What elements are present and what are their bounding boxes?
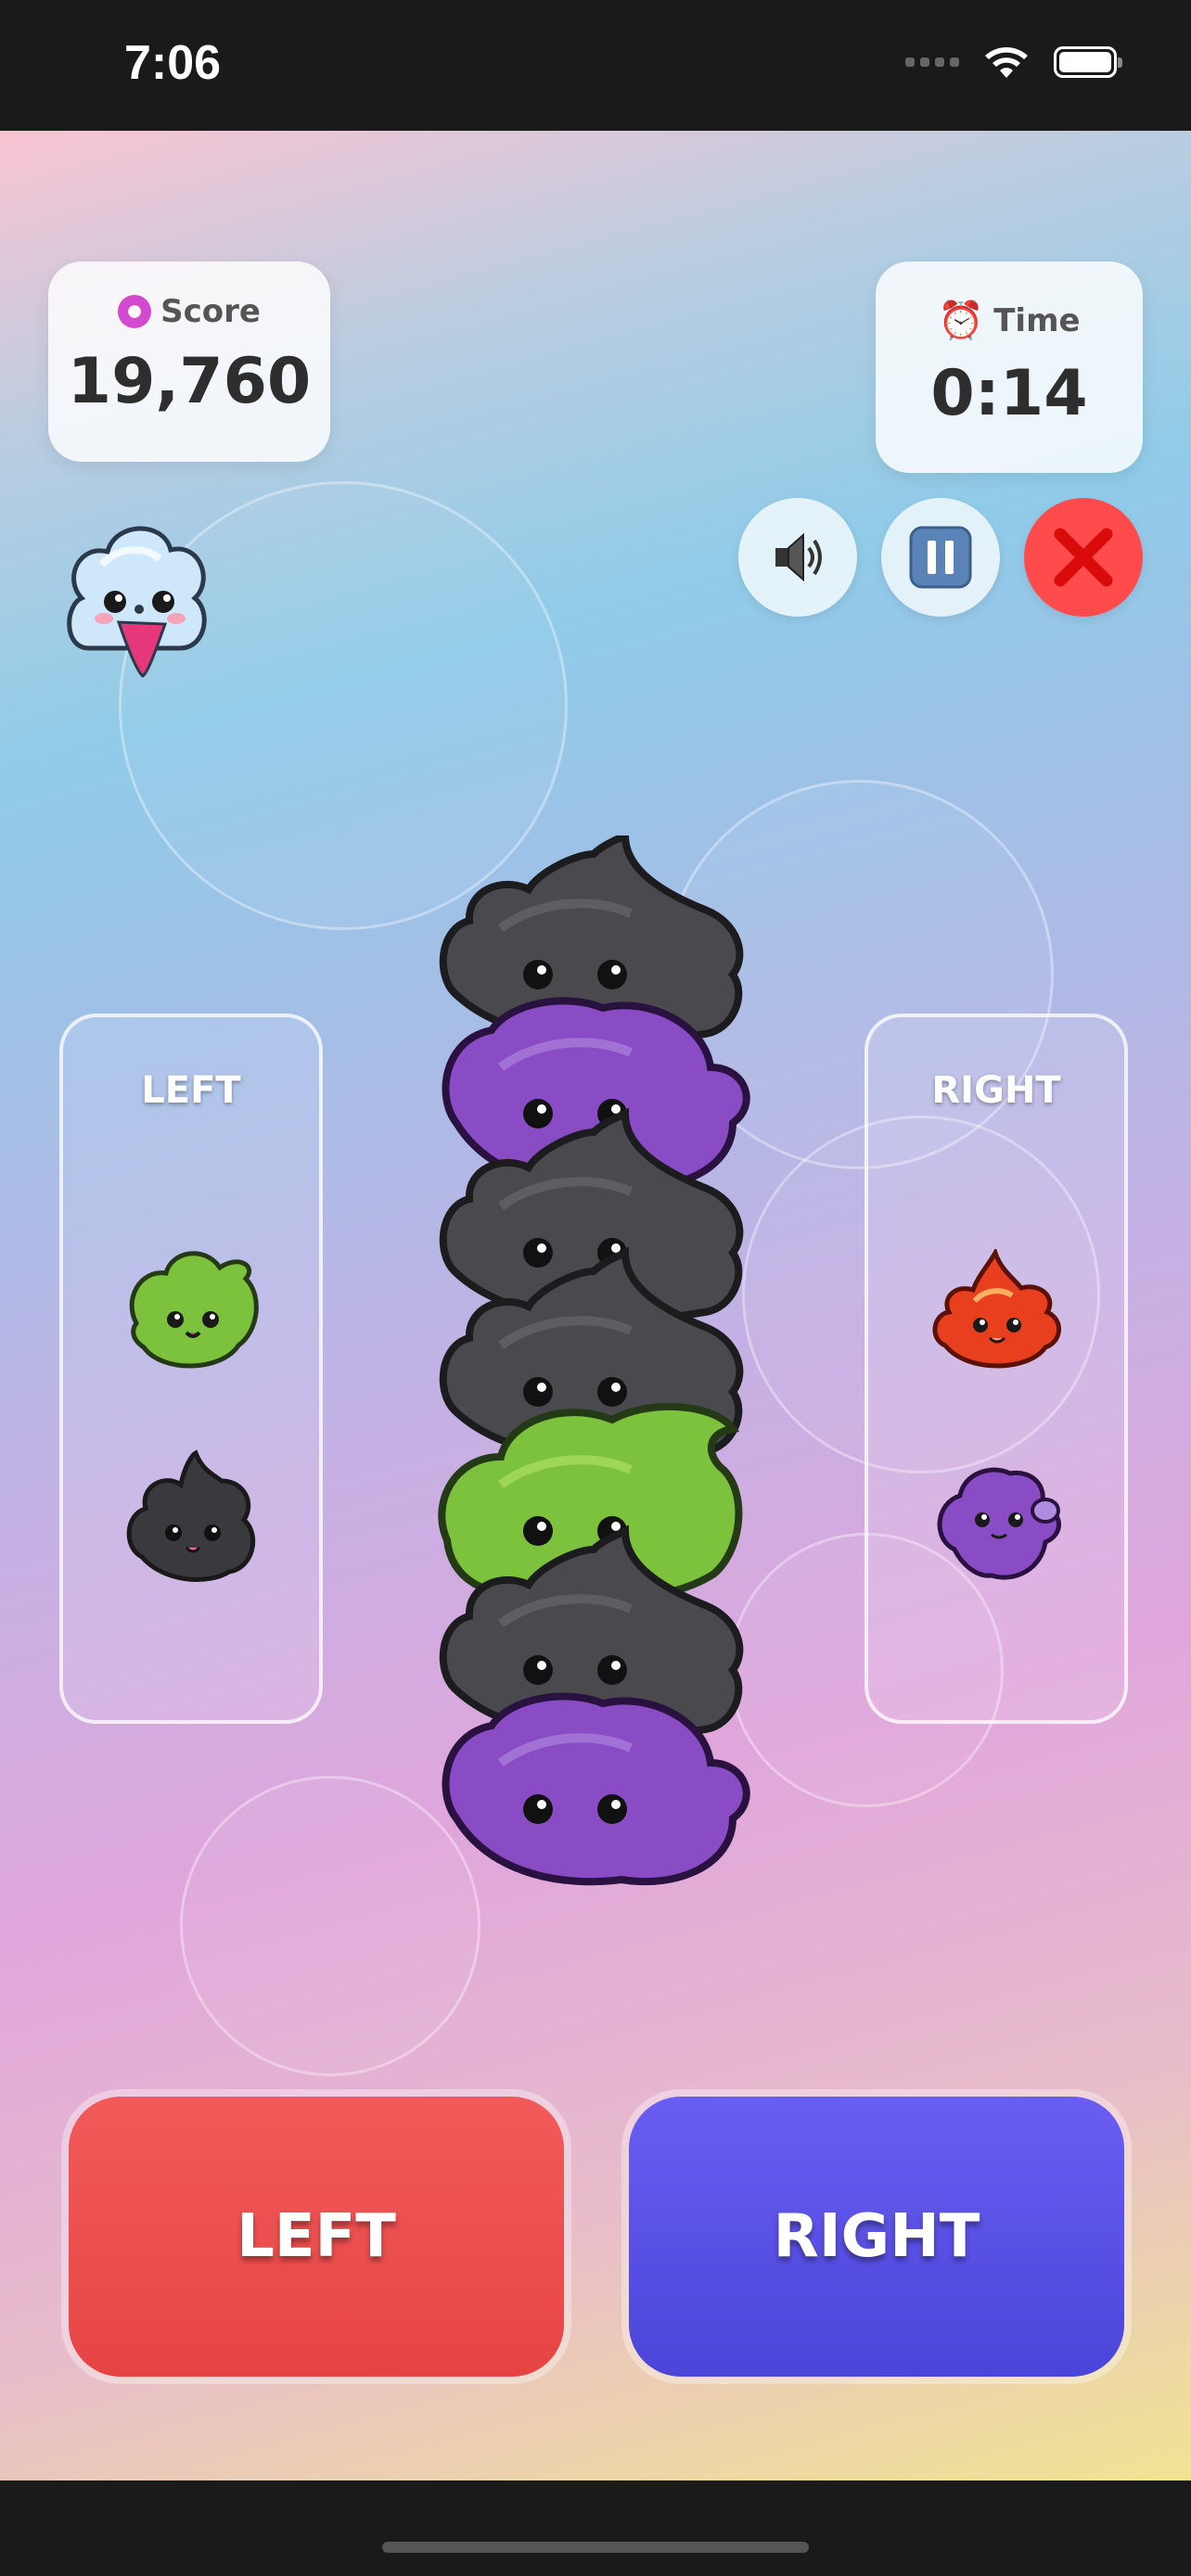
score-label: Score xyxy=(160,293,261,330)
black-blob-creature-icon xyxy=(126,1449,256,1582)
close-button[interactable] xyxy=(1024,498,1143,617)
pause-icon xyxy=(909,526,972,589)
red-fire-creature-icon xyxy=(932,1249,1061,1369)
time-card: ⏰ Time 0:14 xyxy=(876,261,1143,473)
donut-icon xyxy=(118,295,152,328)
home-indicator-area xyxy=(0,2480,1191,2576)
sound-button[interactable] xyxy=(738,498,857,617)
pause-button[interactable] xyxy=(881,498,1000,617)
left-panel-title: LEFT xyxy=(141,1069,241,1112)
purple-blob-creature-icon xyxy=(937,1467,1061,1580)
game-area: Score 19,760 ⏰ Time 0:14 LEFT RIGHT LEFT… xyxy=(0,131,1191,2480)
right-button[interactable]: RIGHT xyxy=(629,2097,1124,2377)
battery-icon xyxy=(1054,46,1122,78)
status-icons xyxy=(905,45,1122,80)
speaker-icon xyxy=(775,532,822,582)
status-time: 7:06 xyxy=(124,36,222,90)
left-target-panel: LEFT xyxy=(59,1014,323,1724)
cellular-signal-icon xyxy=(905,57,959,67)
creature-stack xyxy=(438,835,750,1886)
alarm-clock-icon: ⏰ xyxy=(938,300,985,342)
green-leaf-creature-icon xyxy=(129,1251,259,1369)
score-card: Score 19,760 xyxy=(48,261,330,462)
home-indicator xyxy=(382,2542,809,2553)
left-button[interactable]: LEFT xyxy=(69,2097,564,2377)
right-target-panel: RIGHT xyxy=(864,1014,1128,1724)
right-panel-title: RIGHT xyxy=(931,1069,1061,1112)
time-label: Time xyxy=(993,301,1081,339)
close-icon xyxy=(1054,528,1113,587)
wifi-icon xyxy=(985,47,1028,78)
time-value: 0:14 xyxy=(930,357,1088,430)
status-bar: 7:06 xyxy=(0,0,1191,131)
score-value: 19,760 xyxy=(67,345,312,418)
cotton-candy-mascot xyxy=(67,526,207,678)
